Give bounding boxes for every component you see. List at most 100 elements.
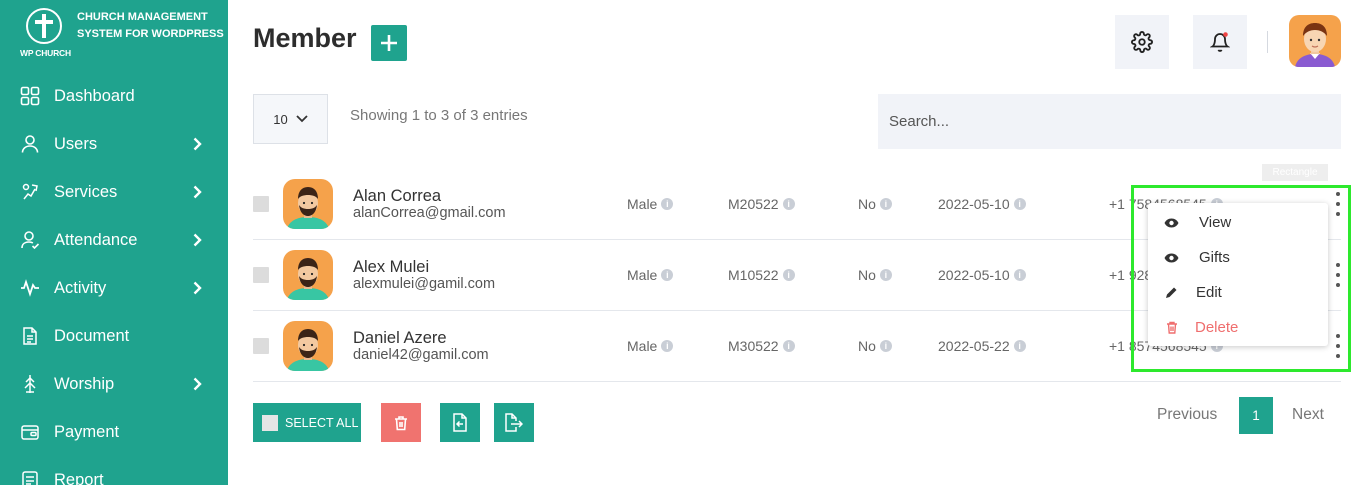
chevron-down-icon — [296, 115, 308, 123]
info-icon[interactable]: i — [661, 269, 674, 281]
sidebar-item-report[interactable]: Report — [0, 456, 228, 485]
sidebar-item-activity[interactable]: Activity — [0, 264, 228, 312]
info-icon[interactable]: i — [879, 198, 892, 210]
page-length-select[interactable]: 10 — [253, 94, 328, 144]
menu-item-label: Delete — [1195, 319, 1239, 336]
member-name: Daniel Azere — [353, 329, 447, 347]
info-icon[interactable]: i — [661, 340, 674, 352]
pagination-next[interactable]: Next — [1292, 406, 1324, 424]
export-button[interactable] — [494, 403, 534, 442]
menu-item-edit[interactable]: Edit — [1148, 275, 1328, 310]
pagination-previous[interactable]: Previous — [1157, 406, 1217, 424]
info-icon[interactable]: i — [782, 198, 795, 210]
services-icon — [20, 182, 40, 202]
sidebar-item-attendance[interactable]: Attendance — [0, 216, 228, 264]
info-icon[interactable]: i — [1013, 340, 1026, 352]
document-icon — [20, 326, 40, 346]
notifications-button[interactable] — [1193, 15, 1247, 69]
activity-pulse-icon — [20, 278, 40, 298]
member-flag: No i — [858, 267, 892, 283]
sidebar-item-users[interactable]: Users — [0, 120, 228, 168]
sidebar: WP CHURCH CHURCH MANAGEMENT SYSTEM FOR W… — [0, 0, 228, 485]
select-all-button[interactable]: SELECT ALL — [253, 403, 361, 442]
chevron-right-icon — [193, 281, 202, 295]
date-value: 2022-05-10 — [938, 196, 1010, 212]
sidebar-item-label: Attendance — [54, 230, 138, 249]
pagination-page-1[interactable]: 1 — [1239, 397, 1273, 434]
add-member-button[interactable] — [371, 25, 407, 61]
info-icon[interactable]: i — [661, 198, 674, 210]
member-id: M30522 i — [728, 338, 795, 354]
member-date: 2022-05-10 i — [938, 196, 1026, 212]
sidebar-nav: Dashboard Users Services Attendance Acti… — [0, 72, 228, 485]
search-input[interactable] — [878, 94, 1341, 149]
info-icon[interactable]: i — [879, 269, 892, 281]
row-actions-kebab-icon[interactable] — [1335, 263, 1341, 287]
sidebar-item-worship[interactable]: Worship — [0, 360, 228, 408]
member-avatar — [283, 179, 333, 229]
member-gender: Male i — [627, 196, 674, 212]
sidebar-item-label: Document — [54, 326, 130, 345]
date-value: 2022-05-10 — [938, 267, 1010, 283]
member-id: M10522 i — [728, 267, 795, 283]
file-import-icon — [453, 413, 467, 432]
member-date: 2022-05-22 i — [938, 338, 1026, 354]
trash-icon — [1164, 320, 1179, 335]
info-icon[interactable]: i — [1013, 198, 1026, 210]
entries-info: Showing 1 to 3 of 3 entries — [350, 107, 528, 124]
member-id-value: M30522 — [728, 338, 779, 354]
info-icon[interactable]: i — [1013, 269, 1026, 281]
report-icon — [20, 470, 40, 485]
page-title: Member — [253, 23, 357, 53]
row-actions-kebab-icon[interactable] — [1335, 334, 1341, 358]
member-name: Alan Correa — [353, 187, 442, 205]
member-email: alanCorrea@gmail.com — [353, 205, 506, 221]
sidebar-item-dashboard[interactable]: Dashboard — [0, 72, 228, 120]
row-actions-kebab-icon[interactable] — [1335, 192, 1341, 216]
flag-value: No — [858, 338, 876, 354]
select-all-label: SELECT ALL — [285, 415, 359, 430]
menu-item-gifts[interactable]: Gifts — [1148, 240, 1328, 275]
gender-value: Male — [627, 338, 658, 354]
brand-logo-text: WP CHURCH — [20, 48, 71, 58]
gender-value: Male — [627, 196, 658, 212]
payment-icon — [20, 422, 40, 442]
church-logo-icon: WP CHURCH — [20, 8, 72, 60]
member-id: M20522 i — [728, 196, 795, 212]
row-actions-menu: View Gifts Edit Delete — [1148, 203, 1328, 346]
info-icon[interactable]: i — [782, 269, 795, 281]
menu-item-view[interactable]: View — [1148, 205, 1328, 240]
brand-logo[interactable]: WP CHURCH CHURCH MANAGEMENT SYSTEM FOR W… — [20, 8, 224, 60]
sidebar-item-document[interactable]: Document — [0, 312, 228, 360]
member-id-value: M10522 — [728, 267, 779, 283]
chevron-right-icon — [193, 185, 202, 199]
sidebar-item-label: Report — [54, 470, 104, 485]
sidebar-item-payment[interactable]: Payment — [0, 408, 228, 456]
user-avatar[interactable] — [1289, 15, 1341, 67]
flag-value: No — [858, 196, 876, 212]
member-date: 2022-05-10 i — [938, 267, 1026, 283]
sidebar-item-label: Worship — [54, 374, 115, 393]
info-icon[interactable]: i — [782, 340, 795, 352]
row-checkbox[interactable] — [253, 338, 269, 354]
sidebar-item-label: Payment — [54, 422, 120, 441]
eye-icon — [1164, 215, 1179, 230]
member-avatar — [283, 321, 333, 371]
info-icon[interactable]: i — [879, 340, 892, 352]
sidebar-item-services[interactable]: Services — [0, 168, 228, 216]
bulk-delete-button[interactable] — [381, 403, 421, 442]
menu-item-delete[interactable]: Delete — [1148, 310, 1328, 345]
member-name: Alex Mulei — [353, 258, 430, 276]
row-checkbox[interactable] — [253, 196, 269, 212]
chevron-right-icon — [193, 137, 202, 151]
menu-item-label: Gifts — [1199, 249, 1230, 266]
row-checkbox[interactable] — [253, 267, 269, 283]
chevron-right-icon — [193, 233, 202, 247]
select-all-checkbox — [262, 414, 278, 431]
member-gender: Male i — [627, 267, 674, 283]
import-button[interactable] — [440, 403, 480, 442]
menu-item-label: View — [1199, 214, 1232, 231]
settings-button[interactable] — [1115, 15, 1169, 69]
member-gender: Male i — [627, 338, 674, 354]
sidebar-item-label: Dashboard — [54, 86, 135, 105]
